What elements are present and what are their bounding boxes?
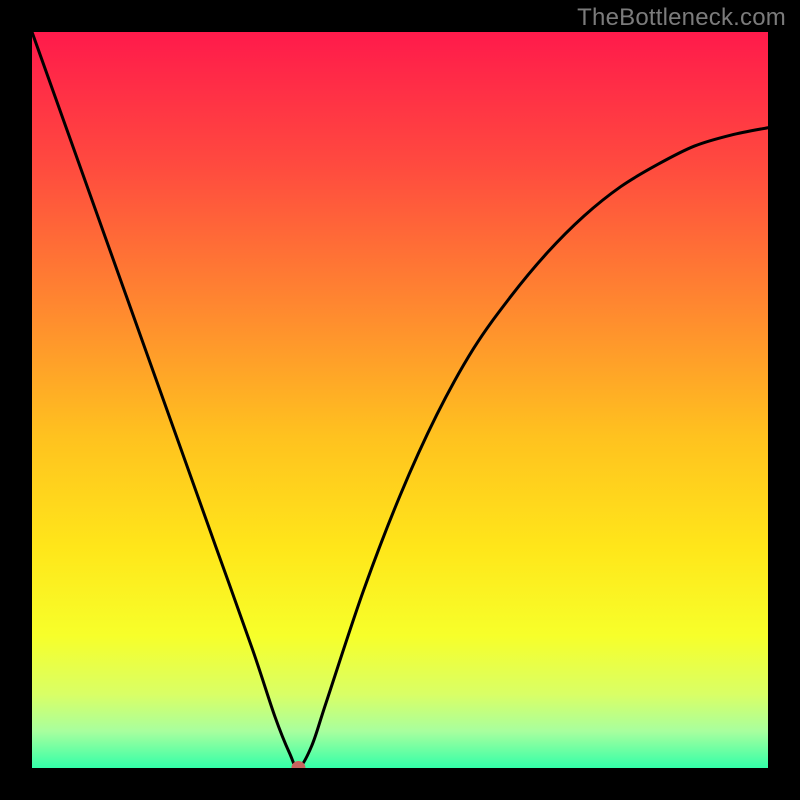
chart-frame: TheBottleneck.com: [0, 0, 800, 800]
bottleneck-curve: [32, 32, 768, 768]
plot-area: [32, 32, 768, 768]
watermark-text: TheBottleneck.com: [577, 4, 786, 32]
